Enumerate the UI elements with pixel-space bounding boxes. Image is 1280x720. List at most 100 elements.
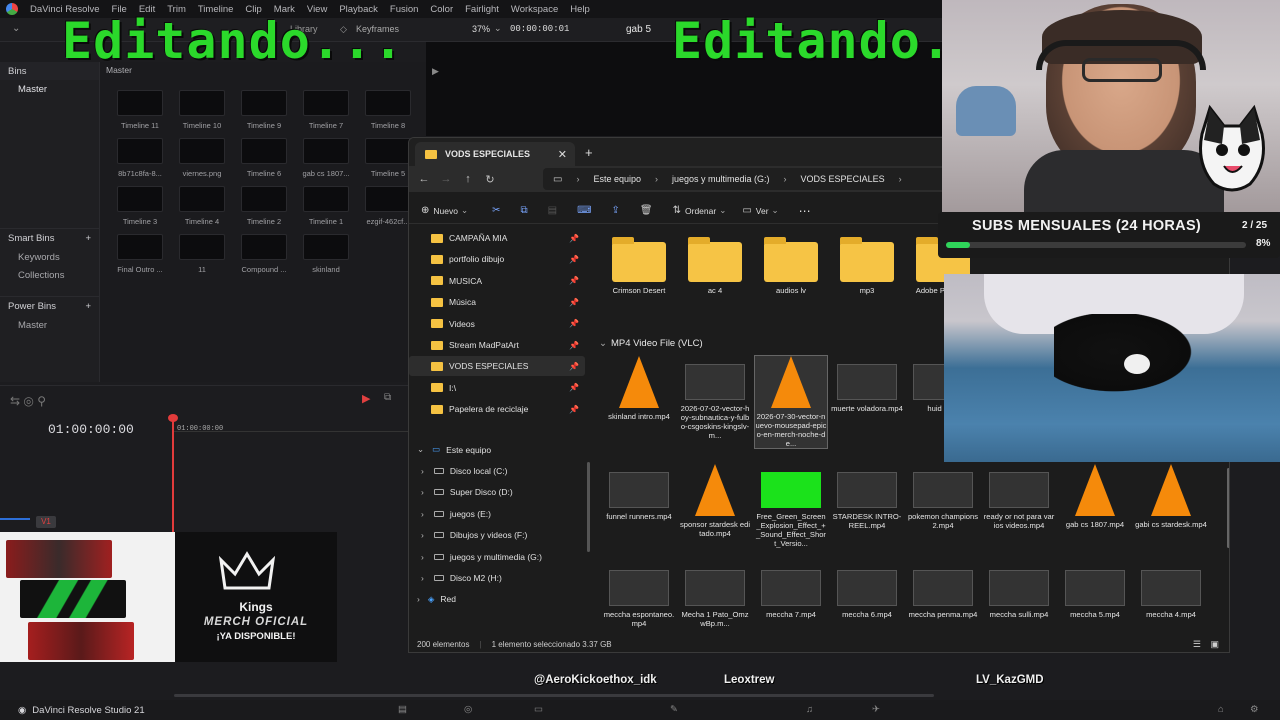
more-options-icon[interactable]: ⋯ [799,204,811,218]
quick-access-item[interactable]: portfolio dibujo 📌 [409,249,585,269]
media-clip[interactable]: skinland [294,234,358,274]
forward-arrow-icon[interactable]: → [435,173,457,185]
video-file[interactable]: sponsor stardesk editado.mp4 [679,464,751,538]
this-pc-item[interactable]: ⌄ ▭ Este equipo [409,440,585,460]
new-tab-icon[interactable]: + [585,145,593,160]
drive-item[interactable]: › juegos (E:) [409,504,585,524]
smart-bins-header[interactable]: Smart Bins + [0,228,99,248]
video-file[interactable]: meccha sulli.mp4 [983,570,1055,619]
media-clip[interactable]: Compound ... [232,234,296,274]
view-button[interactable]: Ver [756,206,769,216]
expand-chevron-icon[interactable]: ⌄ [417,444,424,455]
flag-icon[interactable]: ▶ [362,392,370,405]
timeline-tools-icon[interactable]: ⇆ ◎ ⚲ [10,394,46,408]
video-file[interactable]: skinland intro.mp4 [603,356,675,421]
view-chevron-icon[interactable]: ⌄ [772,205,779,216]
details-view-icon[interactable]: ☰ [1193,639,1201,650]
close-tab-icon[interactable]: ✕ [558,148,567,161]
pin-icon[interactable]: 📌 [569,383,579,392]
drive-item[interactable]: › Disco local (C:) [409,461,585,481]
new-chevron-icon[interactable]: ⌄ [461,205,468,216]
quick-access-item[interactable]: Stream MadPatArt 📌 [409,335,585,355]
expand-chevron-icon[interactable]: › [421,466,424,476]
video-file[interactable]: pokemon champions 2.mp4 [907,464,979,530]
media-clip[interactable]: Timeline 4 [170,186,234,226]
drive-item[interactable]: › Disco M2 (H:) [409,568,585,588]
pin-icon[interactable]: 📌 [569,362,579,371]
video-file[interactable]: ready or not para varios videos.mp4 [983,464,1055,530]
pin-icon[interactable]: 📌 [569,234,579,243]
quick-access-item[interactable]: MUSICA 📌 [409,271,585,291]
viewer-play-icon[interactable]: ▶ [432,66,439,77]
media-clip[interactable]: 11 [170,234,234,274]
video-file[interactable]: meccha 7.mp4 [755,570,827,619]
fairlight-page-icon[interactable]: ♫ [806,704,813,715]
playhead-handle-icon[interactable] [168,414,178,422]
media-clip[interactable]: Timeline 11 [108,90,172,130]
pin-icon[interactable]: 📌 [569,276,579,285]
menu-fairlight[interactable]: Fairlight [465,4,499,15]
quick-access-item[interactable]: VODS ESPECIALES 📌 [409,356,585,377]
media-clip[interactable]: viernes.png [170,138,234,178]
quick-access-item[interactable]: I:\ 📌 [409,378,585,398]
files-scrollbar[interactable] [1227,468,1229,548]
video-file[interactable]: Mecha 1 Pato_OmzwBp.m... [679,570,751,628]
video-file[interactable]: meccha 4.mp4 [1135,570,1207,619]
edit-page-icon[interactable]: ▭ [534,704,543,715]
video-file[interactable]: meccha 6.mp4 [831,570,903,619]
drive-item[interactable]: › Dibujos y videos (F:) [409,525,585,545]
pin-icon[interactable]: 📌 [569,319,579,328]
up-arrow-icon[interactable]: ↑ [457,173,479,185]
smart-bin-collections[interactable]: Collections [0,266,99,284]
share-icon[interactable]: ⇪ [612,205,620,216]
add-power-bin-icon[interactable]: + [85,301,91,312]
media-clip[interactable]: 8b71c8fa-8... [108,138,172,178]
quick-access-item[interactable]: CAMPAÑA MIA 📌 [409,228,585,248]
paste-icon[interactable]: ▤ [548,205,557,216]
zoom-chevron-icon[interactable]: ⌄ [494,23,502,34]
media-clip[interactable]: Timeline 1 [294,186,358,226]
power-bin-master[interactable]: Master [0,316,99,334]
media-clip[interactable]: Timeline 8 [356,90,420,130]
sidebar-scrollbar[interactable] [587,462,590,552]
crumb-drive-g[interactable]: juegos y multimedia (G:) [672,174,770,184]
timeline-ruler[interactable]: 01:00:00:00 [174,416,410,433]
video-file[interactable]: STARDESK INTRO-REEL.mp4 [831,464,903,530]
clip-icon[interactable]: ⧉ [384,392,391,403]
quick-access-item[interactable]: Música 📌 [409,292,585,312]
home-icon[interactable]: ⌂ [1218,704,1224,715]
pin-icon[interactable]: 📌 [569,405,579,414]
media-page-icon[interactable]: ▤ [398,704,407,715]
media-clip[interactable]: Timeline 3 [108,186,172,226]
folder-item[interactable]: audios lv [755,237,827,295]
video-file[interactable]: 2026-07-02-vector-hoy-subnautica-y-fulbo… [679,356,751,440]
rename-icon[interactable]: ⌨ [577,205,591,216]
add-smart-bin-icon[interactable]: + [85,233,91,244]
folder-item[interactable]: ac 4 [679,237,751,295]
expand-chevron-icon[interactable]: › [421,552,424,562]
power-bins-header[interactable]: Power Bins + [0,296,99,316]
group-chevron-icon[interactable]: ⌄ [599,338,607,349]
copy-icon[interactable]: ⧉ [520,205,527,216]
sort-chevron-icon[interactable]: ⌄ [719,205,726,216]
expand-chevron-icon[interactable]: › [421,573,424,583]
folder-item[interactable]: Crimson Desert [603,237,675,295]
bin-master[interactable]: Master [0,80,99,98]
network-item[interactable]: › ◈ Red [409,589,585,609]
back-arrow-icon[interactable]: ← [413,173,435,185]
expand-chevron-icon[interactable]: › [417,594,420,604]
crumb-vods[interactable]: VODS ESPECIALES [801,174,885,184]
track-v1-label[interactable]: V1 [36,516,56,528]
crumb-this-pc[interactable]: Este equipo [593,174,641,184]
media-clip[interactable]: Timeline 10 [170,90,234,130]
cut-icon[interactable]: ✂ [492,205,500,216]
thumbnail-view-icon[interactable]: ▣ [1210,639,1219,650]
video-file[interactable]: Free_Green_Screen_Explosion_Effect_+_Sou… [755,464,827,548]
video-file[interactable]: 2026-07-30-vector-nuevo-mousepad-epico-e… [754,354,828,450]
video-file[interactable]: funnel runners.mp4 [603,464,675,521]
drive-item[interactable]: › juegos y multimedia (G:) [409,547,585,567]
media-clip[interactable]: Timeline 6 [232,138,296,178]
expand-chevron-icon[interactable]: › [421,509,424,519]
sort-button[interactable]: Ordenar [685,206,716,216]
pin-icon[interactable]: 📌 [569,341,579,350]
